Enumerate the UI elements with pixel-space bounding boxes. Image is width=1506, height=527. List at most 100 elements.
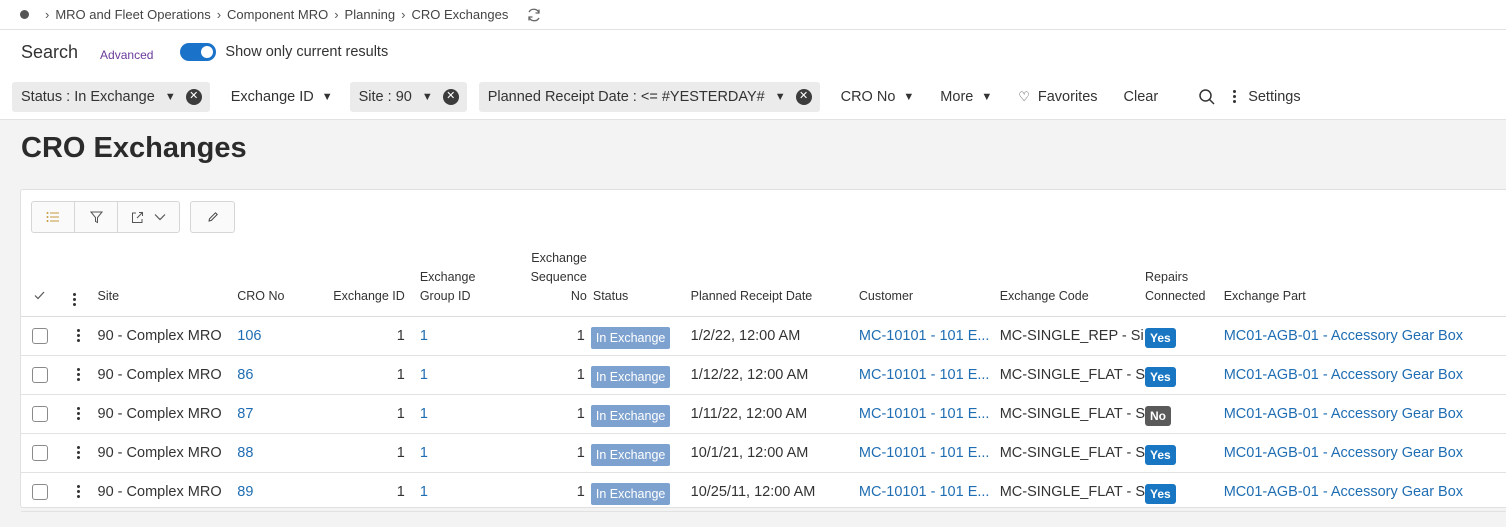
cell-cro-no-link[interactable]: 87 bbox=[237, 394, 327, 434]
column-options[interactable] bbox=[60, 248, 97, 317]
cell-cro-no-link[interactable]: 86 bbox=[237, 355, 327, 395]
row-checkbox[interactable] bbox=[32, 327, 48, 344]
cell-group-id-link[interactable]: 1 bbox=[410, 316, 511, 356]
column-header-cro-no[interactable]: CRO No bbox=[237, 248, 327, 317]
column-header-exchange-part[interactable]: Exchange Part bbox=[1223, 248, 1506, 317]
cell-customer-link[interactable]: MC-10101 - 101 E... bbox=[858, 316, 1000, 356]
cell-exchange-part-link[interactable]: MC01-AGB-01 - Accessory Gear Box bbox=[1223, 394, 1506, 434]
header-line: Exchange bbox=[419, 269, 476, 284]
export-button[interactable] bbox=[118, 202, 179, 232]
kebab-icon[interactable] bbox=[77, 407, 81, 420]
column-header-planned-receipt-date[interactable]: Planned Receipt Date bbox=[683, 248, 859, 317]
table-row[interactable]: 90 - Complex MRO 106 1 1 1 In Exchange 1… bbox=[21, 316, 1506, 356]
row-checkbox[interactable] bbox=[32, 483, 48, 500]
search-header: Search Advanced Show only current result… bbox=[0, 30, 1506, 74]
cell-exchange-part-link[interactable]: MC01-AGB-01 - Accessory Gear Box bbox=[1223, 472, 1506, 512]
filter-button[interactable] bbox=[75, 202, 118, 232]
table-row[interactable]: 90 - Complex MRO 86 1 1 1 In Exchange 1/… bbox=[21, 355, 1506, 395]
column-header-site[interactable]: Site bbox=[96, 248, 238, 317]
kebab-icon bbox=[72, 292, 76, 306]
clear-filter-icon[interactable]: ✕ bbox=[442, 88, 459, 105]
cell-customer-link[interactable]: MC-10101 - 101 E... bbox=[858, 472, 1000, 512]
row-select[interactable] bbox=[21, 433, 61, 473]
cell-exchange-id: 1 bbox=[326, 394, 411, 434]
list-icon bbox=[46, 212, 59, 222]
cell-group-id-link[interactable]: 1 bbox=[410, 472, 511, 512]
status-badge: In Exchange bbox=[590, 326, 671, 349]
column-header-status[interactable]: Status bbox=[586, 248, 684, 317]
breadcrumb-item[interactable]: MRO and Fleet Operations bbox=[55, 7, 210, 22]
header-line: Repairs bbox=[1145, 269, 1189, 284]
clear-filter-icon[interactable]: ✕ bbox=[185, 88, 202, 105]
list-view-button[interactable] bbox=[32, 202, 75, 232]
cell-exchange-part-link[interactable]: MC01-AGB-01 - Accessory Gear Box bbox=[1223, 316, 1506, 356]
cell-group-id-link[interactable]: 1 bbox=[410, 433, 511, 473]
more-filters-button[interactable]: More ▼ bbox=[931, 82, 1001, 112]
row-actions[interactable] bbox=[60, 355, 97, 395]
cell-group-id-link[interactable]: 1 bbox=[410, 355, 511, 395]
cell-customer-link[interactable]: MC-10101 - 101 E... bbox=[858, 433, 1000, 473]
kebab-icon[interactable] bbox=[77, 368, 81, 381]
chevron-right-icon: › bbox=[401, 7, 406, 22]
cell-repairs-connected: Yes bbox=[1145, 472, 1224, 512]
search-button[interactable] bbox=[1189, 82, 1225, 112]
cell-exchange-part-link[interactable]: MC01-AGB-01 - Accessory Gear Box bbox=[1223, 433, 1506, 473]
row-checkbox[interactable] bbox=[32, 444, 48, 461]
export-icon bbox=[132, 211, 143, 223]
row-checkbox[interactable] bbox=[32, 366, 48, 383]
filter-cro-no[interactable]: CRO No ▼ bbox=[832, 82, 924, 112]
table-row[interactable]: 90 - Complex MRO 89 1 1 1 In Exchange 10… bbox=[21, 472, 1506, 512]
table-row[interactable]: 90 - Complex MRO 88 1 1 1 In Exchange 10… bbox=[21, 433, 1506, 473]
table-row[interactable]: 90 - Complex MRO 87 1 1 1 In Exchange 1/… bbox=[21, 394, 1506, 434]
home-icon[interactable] bbox=[20, 10, 29, 19]
caret-down-icon[interactable]: ▼ bbox=[165, 91, 176, 103]
row-actions[interactable] bbox=[60, 316, 97, 356]
settings-label: Settings bbox=[1248, 88, 1301, 105]
column-header-exchange-id[interactable]: Exchange ID bbox=[326, 248, 411, 317]
select-all-checkbox[interactable] bbox=[21, 248, 61, 317]
cell-group-id-link[interactable]: 1 bbox=[410, 394, 511, 434]
favorites-button[interactable]: ♡ Favorites bbox=[1009, 82, 1106, 112]
column-header-repairs-connected[interactable]: Repairs Connected bbox=[1145, 248, 1224, 317]
cell-exchange-code: MC-SINGLE_FLAT - S bbox=[999, 355, 1146, 395]
row-actions[interactable] bbox=[60, 433, 97, 473]
column-header-exchange-sequence-no[interactable]: Exchange Sequence No bbox=[510, 248, 587, 317]
cell-cro-no-link[interactable]: 106 bbox=[237, 316, 327, 356]
advanced-search-link[interactable]: Advanced bbox=[100, 48, 153, 62]
refresh-icon[interactable] bbox=[526, 7, 542, 23]
row-select[interactable] bbox=[21, 394, 61, 434]
cell-cro-no-link[interactable]: 88 bbox=[237, 433, 327, 473]
cell-customer-link[interactable]: MC-10101 - 101 E... bbox=[858, 394, 1000, 434]
column-header-customer[interactable]: Customer bbox=[858, 248, 1000, 317]
cell-status: In Exchange bbox=[586, 394, 684, 434]
kebab-icon[interactable] bbox=[77, 485, 81, 498]
row-checkbox[interactable] bbox=[32, 405, 48, 422]
row-select[interactable] bbox=[21, 355, 61, 395]
caret-down-icon[interactable]: ▼ bbox=[775, 91, 786, 103]
cell-exchange-part-link[interactable]: MC01-AGB-01 - Accessory Gear Box bbox=[1223, 355, 1506, 395]
clear-filter-icon[interactable]: ✕ bbox=[795, 88, 812, 105]
column-header-exchange-group-id[interactable]: Exchange Group ID bbox=[410, 248, 511, 317]
edit-button[interactable] bbox=[191, 202, 234, 232]
filter-chip-site[interactable]: Site : 90 ▼ ✕ bbox=[349, 81, 467, 112]
row-select[interactable] bbox=[21, 472, 61, 512]
current-results-toggle[interactable] bbox=[180, 43, 217, 61]
clear-button[interactable]: Clear bbox=[1115, 82, 1168, 112]
toolbar-edit-group bbox=[190, 201, 235, 233]
cell-customer-link[interactable]: MC-10101 - 101 E... bbox=[858, 355, 1000, 395]
column-header-exchange-code[interactable]: Exchange Code bbox=[999, 248, 1146, 317]
settings-button[interactable]: Settings bbox=[1233, 82, 1309, 112]
filter-chip-status[interactable]: Status : In Exchange ▼ ✕ bbox=[12, 81, 210, 112]
row-actions[interactable] bbox=[60, 394, 97, 434]
row-select[interactable] bbox=[21, 316, 61, 356]
row-actions[interactable] bbox=[60, 472, 97, 512]
caret-down-icon[interactable]: ▼ bbox=[422, 91, 433, 103]
filter-exchange-id[interactable]: Exchange ID ▼ bbox=[222, 82, 342, 112]
kebab-icon bbox=[1233, 90, 1237, 103]
filter-chip-planned-receipt-date[interactable]: Planned Receipt Date : <= #YESTERDAY# ▼ … bbox=[478, 81, 820, 112]
kebab-icon[interactable] bbox=[77, 446, 81, 459]
kebab-icon[interactable] bbox=[77, 329, 81, 342]
breadcrumb-item[interactable]: Planning bbox=[345, 7, 396, 22]
breadcrumb-item[interactable]: Component MRO bbox=[227, 7, 328, 22]
cell-cro-no-link[interactable]: 89 bbox=[237, 472, 327, 512]
